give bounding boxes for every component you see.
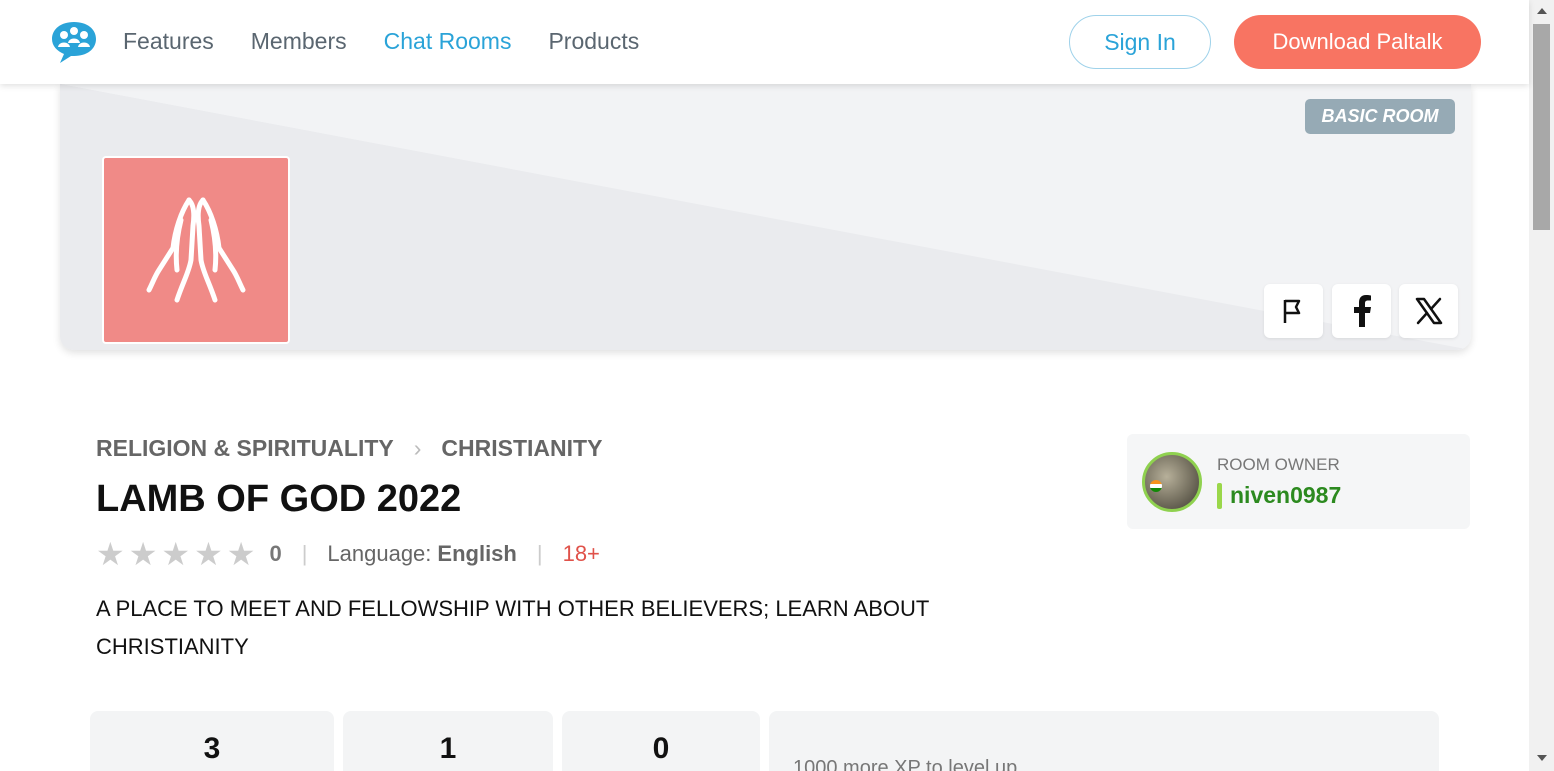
- room-owner-card: ROOM OWNER niven0987: [1127, 434, 1470, 529]
- language-label: Language:: [327, 541, 432, 566]
- divider: |: [536, 541, 543, 566]
- stat-value: 3: [203, 732, 221, 765]
- room-title: LAMB OF GOD 2022: [96, 478, 462, 520]
- owner-status-bar: [1217, 482, 1222, 509]
- india-flag-icon: [1150, 480, 1162, 492]
- age-rating-badge: 18+: [562, 541, 600, 566]
- nav-features[interactable]: Features: [123, 28, 214, 55]
- scroll-up-arrow-icon[interactable]: [1537, 8, 1547, 14]
- share-facebook-button[interactable]: [1332, 284, 1391, 338]
- praying-hands-icon: [146, 197, 246, 303]
- room-description: A PLACE TO MEET AND FELLOWSHIP WITH OTHE…: [96, 596, 929, 659]
- nav-members[interactable]: Members: [251, 28, 347, 55]
- star-icon: ★: [226, 536, 256, 572]
- breadcrumb: RELIGION & SPIRITUALITY › CHRISTIANITY: [96, 435, 602, 462]
- stat-value: 1: [439, 732, 457, 765]
- stat-value: 0: [652, 732, 670, 765]
- star-icon: ★: [128, 536, 158, 572]
- scrollbar-thumb[interactable]: [1533, 24, 1550, 230]
- download-paltalk-button[interactable]: Download Paltalk: [1234, 15, 1481, 69]
- room-avatar: [102, 156, 290, 344]
- paltalk-logo-icon[interactable]: [50, 19, 98, 65]
- report-flag-button[interactable]: [1264, 284, 1323, 338]
- room-meta: ★ ★ ★ ★ ★ 0 | Language: English | 18+: [96, 537, 600, 571]
- x-icon: [1415, 297, 1442, 325]
- scroll-down-arrow-icon[interactable]: [1537, 755, 1547, 761]
- divider: |: [301, 541, 308, 566]
- owner-name-row: niven0987: [1217, 482, 1341, 509]
- star-icon: ★: [194, 536, 223, 572]
- nav-chat-rooms[interactable]: Chat Rooms: [384, 28, 512, 55]
- main-nav: Features Members Chat Rooms Products: [123, 28, 676, 55]
- star-rating: ★ ★ ★ ★ ★: [96, 538, 255, 570]
- room-type-badge: BASIC ROOM: [1305, 99, 1455, 134]
- rating-count: 0: [269, 541, 282, 566]
- language-value: English: [437, 541, 517, 566]
- xp-progress-card: 1000 more XP to level up: [769, 711, 1439, 771]
- room-owner-label: ROOM OWNER: [1217, 455, 1340, 474]
- breadcrumb-subcategory[interactable]: CHRISTIANITY: [441, 435, 602, 462]
- xp-level-up-text: 1000 more XP to level up: [793, 757, 1018, 771]
- star-icon: ★: [161, 536, 191, 572]
- stat-card: 3: [90, 711, 334, 771]
- page-scrollbar[interactable]: [1529, 0, 1554, 771]
- owner-username-link[interactable]: niven0987: [1230, 482, 1341, 509]
- facebook-icon: [1353, 295, 1371, 327]
- site-header: Features Members Chat Rooms Products Sig…: [0, 0, 1529, 84]
- nav-products[interactable]: Products: [548, 28, 639, 55]
- sign-in-button[interactable]: Sign In: [1069, 15, 1211, 69]
- share-x-button[interactable]: [1399, 284, 1458, 338]
- room-banner: BASIC ROOM: [60, 84, 1471, 350]
- flag-icon: [1283, 299, 1300, 323]
- stat-card: 1: [343, 711, 553, 771]
- stat-card: 0: [562, 711, 760, 771]
- chevron-right-icon: ›: [413, 435, 422, 461]
- breadcrumb-category[interactable]: RELIGION & SPIRITUALITY: [96, 435, 394, 462]
- star-icon: ★: [96, 536, 125, 572]
